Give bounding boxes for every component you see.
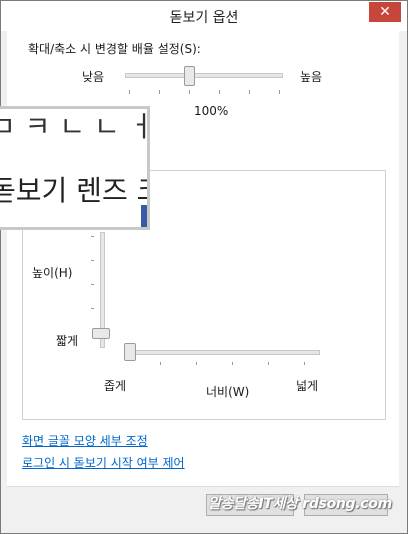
magnifier-lens[interactable]: ㅁ ㅋ ㄴ ㄴ ㅓ 돋보기 렌즈 크	[0, 106, 150, 230]
lens-width-tick	[304, 362, 305, 365]
lens-width-narrow-label: 좁게	[104, 379, 127, 393]
lens-height-tick	[91, 308, 94, 309]
lens-width-tick	[232, 362, 233, 365]
lens-width-tick	[196, 362, 197, 365]
lens-width-slider-track[interactable]	[128, 350, 320, 355]
lens-height-tick	[91, 236, 94, 237]
lens-width-slider-thumb[interactable]	[124, 343, 136, 361]
zoom-slider-track[interactable]	[125, 73, 283, 78]
lens-height-tick	[91, 284, 94, 285]
lens-width-tick	[160, 362, 161, 365]
zoom-high-label: 높음	[300, 70, 323, 84]
lens-width-tick	[268, 362, 269, 365]
lens-height-slider-thumb[interactable]	[92, 328, 110, 339]
zoom-slider-thumb[interactable]	[184, 66, 195, 86]
watermark-text: 알송달송IT세상 rdsong.com	[208, 496, 392, 512]
zoom-value: 100%	[194, 104, 229, 118]
close-button[interactable]: ✕	[369, 2, 401, 22]
lens-height-tick	[91, 260, 94, 261]
zoom-slider-tick	[219, 90, 220, 94]
title-bar: 돋보기 옵션 ✕	[1, 1, 407, 31]
lens-width-wide-label: 넓게	[296, 379, 319, 393]
window-title: 돋보기 옵션	[169, 10, 239, 26]
lens-magnified-accent-bar	[141, 205, 147, 227]
lens-height-label: 높이(H)	[32, 266, 73, 280]
lens-height-short-label: 짧게	[56, 334, 79, 348]
zoom-increment-label: 확대/축소 시 변경할 배율 설정(S):	[28, 42, 201, 56]
font-tuning-link[interactable]: 화면 글꼴 모양 세부 조정	[22, 432, 148, 449]
zoom-slider-tick	[129, 90, 130, 94]
zoom-low-label: 낮음	[82, 70, 105, 84]
zoom-slider-tick	[249, 90, 250, 94]
lens-width-label: 너비(W)	[206, 385, 250, 399]
zoom-slider-tick	[159, 90, 160, 94]
zoom-slider-tick	[279, 90, 280, 94]
zoom-slider-tick	[189, 90, 190, 94]
logon-magnifier-link[interactable]: 로그인 시 돋보기 시작 여부 제어	[22, 454, 185, 471]
lens-magnified-text-top: ㅁ ㅋ ㄴ ㄴ ㅓ	[0, 110, 150, 143]
lens-magnified-text: 돋보기 렌즈 크	[0, 174, 147, 207]
